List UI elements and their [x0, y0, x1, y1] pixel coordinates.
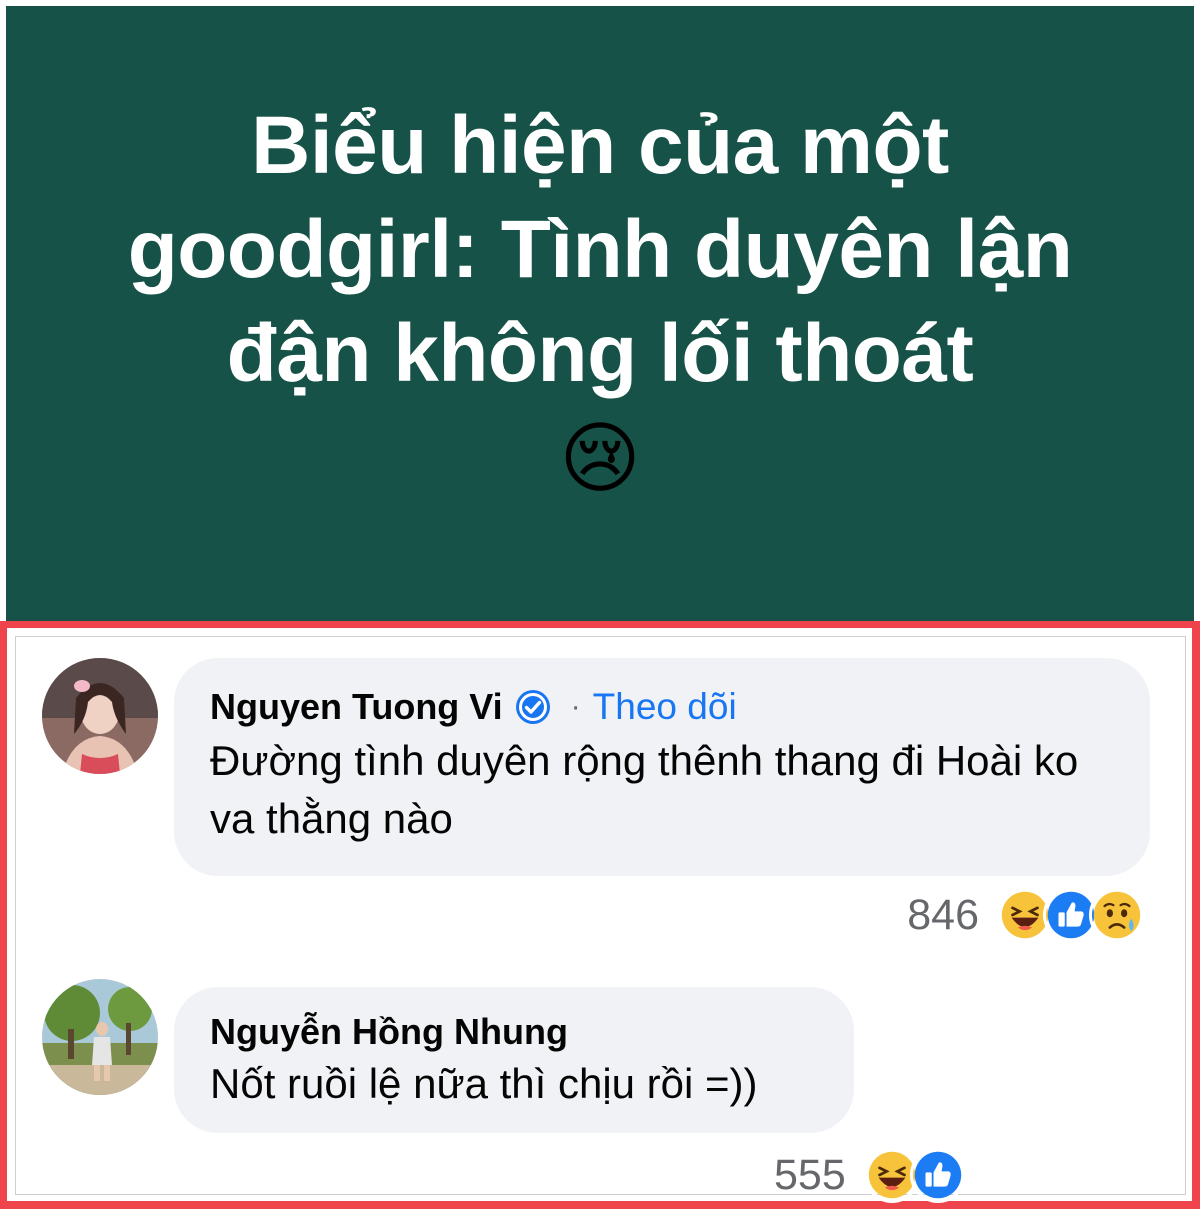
- reaction-count: 846: [907, 890, 979, 939]
- comments-section: Nguyen Tuong Vi · Theo dõi Đường tình du…: [15, 636, 1186, 1203]
- author-name[interactable]: Nguyen Tuong Vi: [210, 686, 503, 728]
- comment-item: Nguyen Tuong Vi · Theo dõi Đường tình du…: [16, 637, 1185, 943]
- comment-item: Nguyễn Hồng Nhung Nốt ruồi lệ nữa thì ch…: [16, 967, 1185, 1217]
- sad-icon: [1089, 887, 1145, 943]
- avatar[interactable]: [42, 979, 158, 1095]
- reaction-icons: [997, 887, 1145, 943]
- reaction-count: 555: [774, 1150, 846, 1199]
- post-banner: Biểu hiện của một goodgirl: Tình duyên l…: [6, 6, 1194, 621]
- reaction-icons: [863, 1147, 966, 1203]
- reaction-summary[interactable]: 846: [907, 887, 1145, 943]
- reaction-summary[interactable]: 555: [774, 1147, 966, 1203]
- avatar-image: [42, 658, 158, 774]
- comment-text: Đường tình duyên rộng thênh thang đi Hoà…: [210, 737, 1079, 842]
- comment-header: Nguyen Tuong Vi · Theo dõi: [210, 686, 1114, 728]
- separator-dot: ·: [570, 690, 581, 723]
- crying-face-emoji: 😢: [559, 413, 641, 502]
- post-card: Biểu hiện của một goodgirl: Tình duyên l…: [0, 0, 1200, 1209]
- post-title: Biểu hiện của một goodgirl: Tình duyên l…: [127, 99, 1073, 399]
- like-icon: [909, 1147, 966, 1203]
- comment-bubble: Nguyen Tuong Vi · Theo dõi Đường tình du…: [174, 658, 1150, 876]
- avatar[interactable]: [42, 658, 158, 774]
- verified-badge-icon: [515, 690, 550, 724]
- follow-button[interactable]: Theo dõi: [593, 686, 737, 728]
- comment-bubble: Nguyễn Hồng Nhung Nốt ruồi lệ nữa thì ch…: [174, 987, 854, 1133]
- author-name[interactable]: Nguyễn Hồng Nhung: [210, 1011, 568, 1053]
- avatar-image: [42, 979, 158, 1095]
- comment-text: Nốt ruồi lệ nữa thì chịu rồi =)): [210, 1060, 758, 1107]
- comment-header: Nguyễn Hồng Nhung: [210, 1011, 818, 1053]
- comments-highlight-frame: Nguyen Tuong Vi · Theo dõi Đường tình du…: [0, 621, 1200, 1209]
